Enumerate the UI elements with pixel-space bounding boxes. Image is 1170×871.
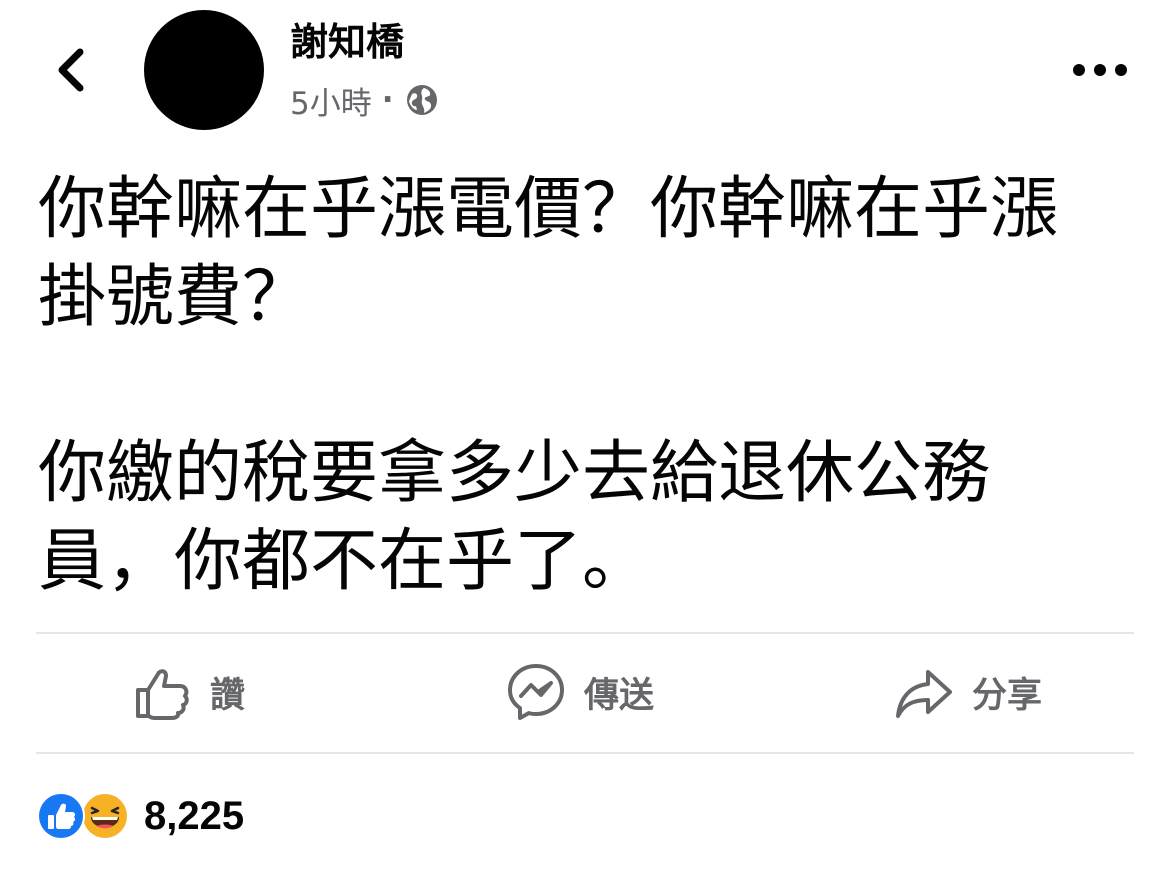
reactions-summary[interactable]: 8,225 — [36, 790, 244, 842]
more-options-button[interactable] — [1070, 52, 1130, 88]
thumbs-up-icon — [136, 669, 189, 720]
back-button[interactable] — [44, 42, 100, 98]
haha-reaction-icon — [81, 792, 129, 840]
timestamp[interactable]: 5小時 — [290, 78, 372, 123]
post-paragraph-1: 你幹嘛在乎漲電價？你幹嘛在乎漲 掛號費？ — [38, 170, 1059, 337]
share-button[interactable]: 分享 — [894, 660, 1042, 724]
messenger-icon — [508, 664, 564, 720]
send-label: 傳送 — [584, 675, 655, 716]
like-reaction-icon — [37, 792, 85, 840]
like-label: 讚 — [210, 675, 246, 716]
share-label: 分享 — [972, 675, 1043, 716]
avatar[interactable] — [144, 10, 264, 130]
post-meta: 5小時 · — [290, 78, 440, 122]
divider-top — [36, 632, 1134, 634]
author-name[interactable]: 謝知橋 — [290, 18, 404, 66]
globe-icon[interactable] — [404, 82, 440, 118]
post-paragraph-2: 你繳的稅要拿多少去給退休公務 員，你都不在乎了。 — [38, 434, 991, 601]
share-arrow-icon — [896, 670, 952, 718]
post-page: 謝知橋 5小時 · 你幹嘛在乎漲電價？你幹嘛在乎漲 掛號費？ 你繳的稅要拿多少去… — [0, 0, 1170, 871]
reaction-count: 8,225 — [144, 793, 245, 838]
post-body: 你幹嘛在乎漲電價？你幹嘛在乎漲 掛號費？ 你繳的稅要拿多少去給退休公務 員，你都… — [38, 166, 1138, 606]
more-horizontal-icon — [1073, 64, 1127, 76]
send-button[interactable]: 傳送 — [506, 660, 654, 724]
meta-separator: · — [381, 82, 394, 118]
divider-bottom — [36, 752, 1134, 754]
like-button[interactable]: 讚 — [132, 660, 245, 724]
chevron-left-icon — [58, 48, 84, 92]
